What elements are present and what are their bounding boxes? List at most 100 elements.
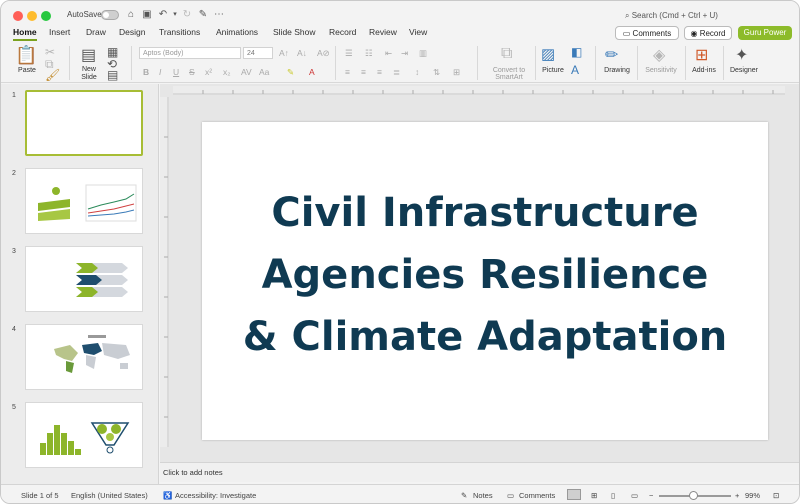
new-slide-label-1[interactable]: New (77, 66, 101, 73)
slide-title[interactable]: Civil Infrastructure Agencies Resilience… (202, 182, 768, 368)
ruler-ticks (164, 97, 169, 447)
increase-font-icon[interactable]: A↑ (279, 48, 289, 58)
tab-review[interactable]: Review (369, 27, 397, 37)
bold-icon[interactable]: B (143, 67, 149, 77)
tab-animations[interactable]: Animations (216, 27, 258, 37)
italic-icon[interactable]: I (159, 67, 161, 77)
undo-icon[interactable]: ↶ (157, 9, 169, 21)
font-size-box[interactable]: 24 (243, 47, 273, 59)
slide-thumbnail-2[interactable] (25, 168, 143, 234)
change-case-icon[interactable]: Aa (259, 67, 269, 77)
align-left-icon[interactable]: ≡ (345, 67, 350, 77)
bullets-icon[interactable]: ☰ (345, 48, 353, 59)
zoom-level[interactable]: 99% (745, 491, 760, 500)
notes-toggle[interactable]: Notes (473, 491, 493, 500)
font-name-box[interactable]: Aptos (Body) (139, 47, 241, 59)
slide-thumbnail-4[interactable] (25, 324, 143, 390)
redo-icon[interactable]: ↻ (181, 9, 193, 21)
subscript-icon[interactable]: x₂ (223, 67, 231, 77)
textbox-icon[interactable]: A (571, 63, 579, 77)
strikethrough-icon[interactable]: S (189, 67, 195, 77)
text-direction-icon[interactable]: ⇅ (433, 67, 440, 78)
fit-slide-icon[interactable]: ⊡ (773, 491, 779, 500)
section-icon[interactable]: ▤ (107, 68, 118, 82)
shapes-icon[interactable]: ◧ (571, 45, 582, 59)
slide-sorter-icon[interactable]: ⊞ (591, 491, 597, 500)
format-painter-brush-icon[interactable]: 🖌 (45, 68, 60, 82)
columns-icon[interactable]: ▥ (419, 48, 427, 59)
accessibility-status[interactable]: Accessibility: Investigate (175, 491, 256, 500)
highlight-icon[interactable]: ✎ (287, 67, 294, 78)
tab-view[interactable]: View (409, 27, 427, 37)
addins-icon[interactable]: ⊞ (695, 45, 708, 65)
clear-format-icon[interactable]: A⊘ (317, 48, 330, 59)
tab-home[interactable]: Home (13, 27, 37, 41)
slide-thumbnail-1[interactable] (25, 90, 143, 156)
language-status[interactable]: English (United States) (71, 491, 148, 500)
justify-icon[interactable]: ≣ (393, 67, 400, 78)
font-color-icon[interactable]: A (309, 67, 315, 77)
decrease-font-icon[interactable]: A↓ (297, 48, 307, 58)
outdent-icon[interactable]: ⇤ (385, 48, 392, 59)
comments-toggle[interactable]: Comments (519, 491, 555, 500)
line-spacing-icon[interactable]: ↕ (415, 67, 419, 77)
normal-view-icon[interactable] (567, 489, 581, 500)
convert-smartart-label-2[interactable]: SmartArt (485, 74, 533, 81)
superscript-icon[interactable]: x² (205, 67, 212, 77)
horizontal-ruler (173, 86, 785, 95)
format-painter-icon[interactable]: ✎ (197, 9, 209, 21)
designer-label[interactable]: Designer (727, 67, 761, 74)
clipboard-icon[interactable]: 📋 (15, 45, 37, 66)
more-icon[interactable]: ⋯ (213, 9, 225, 21)
vertical-ruler (160, 97, 169, 447)
tab-draw[interactable]: Draw (86, 27, 106, 37)
save-icon[interactable]: ▣ (141, 9, 153, 21)
tab-transitions[interactable]: Transitions (159, 27, 200, 37)
picture-label[interactable]: Picture (537, 67, 569, 74)
thumbnail-3-graphics (76, 263, 128, 297)
character-spacing-icon[interactable]: AV (241, 67, 252, 77)
drawing-label[interactable]: Drawing (601, 67, 633, 74)
sensitivity-icon[interactable]: ◈ (653, 45, 665, 65)
slide-show-icon[interactable]: ▭ (631, 491, 638, 500)
comments-button[interactable]: ▭ Comments (615, 26, 679, 40)
smartart-icon[interactable]: ⧉ (501, 45, 512, 63)
zoom-window-button[interactable] (41, 11, 51, 21)
autosave-toggle[interactable] (101, 10, 119, 20)
tab-record[interactable]: Record (329, 27, 356, 37)
designer-icon[interactable]: ✦ (735, 45, 748, 65)
indent-icon[interactable]: ⇥ (401, 48, 408, 59)
current-slide[interactable]: Civil Infrastructure Agencies Resilience… (202, 122, 768, 440)
record-button[interactable]: ◉ Record (684, 26, 732, 40)
guru-power-button[interactable]: Guru Power (738, 26, 792, 40)
slide-thumbnail-3[interactable] (25, 246, 143, 312)
zoom-slider-handle[interactable] (689, 491, 698, 500)
tab-insert[interactable]: Insert (49, 27, 70, 37)
numbering-icon[interactable]: ☷ (365, 48, 373, 59)
underline-icon[interactable]: U (173, 67, 179, 77)
drawing-icon[interactable]: ✏ (605, 45, 618, 65)
picture-icon[interactable]: ▨ (541, 45, 555, 63)
minimize-window-button[interactable] (27, 11, 37, 21)
search-box[interactable]: ⌕ Search (Cmd + Ctrl + U) (625, 11, 718, 21)
close-window-button[interactable] (13, 11, 23, 21)
sensitivity-label[interactable]: Sensitivity (641, 67, 681, 74)
zoom-out-icon[interactable]: − (649, 491, 653, 500)
new-slide-label-2[interactable]: Slide (77, 74, 101, 81)
undo-dropdown-icon[interactable]: ▾ (169, 9, 181, 21)
align-center-icon[interactable]: ≡ (361, 67, 366, 77)
reading-view-icon[interactable]: ▯ (611, 491, 615, 500)
zoom-in-icon[interactable]: + (735, 491, 739, 500)
paste-label[interactable]: Paste (13, 67, 41, 74)
addins-label[interactable]: Add-ins (689, 67, 719, 74)
tab-slide-show[interactable]: Slide Show (273, 27, 316, 37)
align-text-icon[interactable]: ⊞ (453, 67, 460, 78)
align-right-icon[interactable]: ≡ (377, 67, 382, 77)
new-slide-icon[interactable]: ▤ (81, 45, 96, 65)
home-icon[interactable]: ⌂ (125, 9, 137, 21)
slide-thumbnail-5[interactable] (25, 402, 143, 468)
thumbnail-5-graphics (40, 422, 130, 455)
convert-smartart-label-1[interactable]: Convert to (485, 67, 533, 74)
notes-pane[interactable]: Click to add notes (160, 462, 799, 482)
tab-design[interactable]: Design (119, 27, 145, 37)
